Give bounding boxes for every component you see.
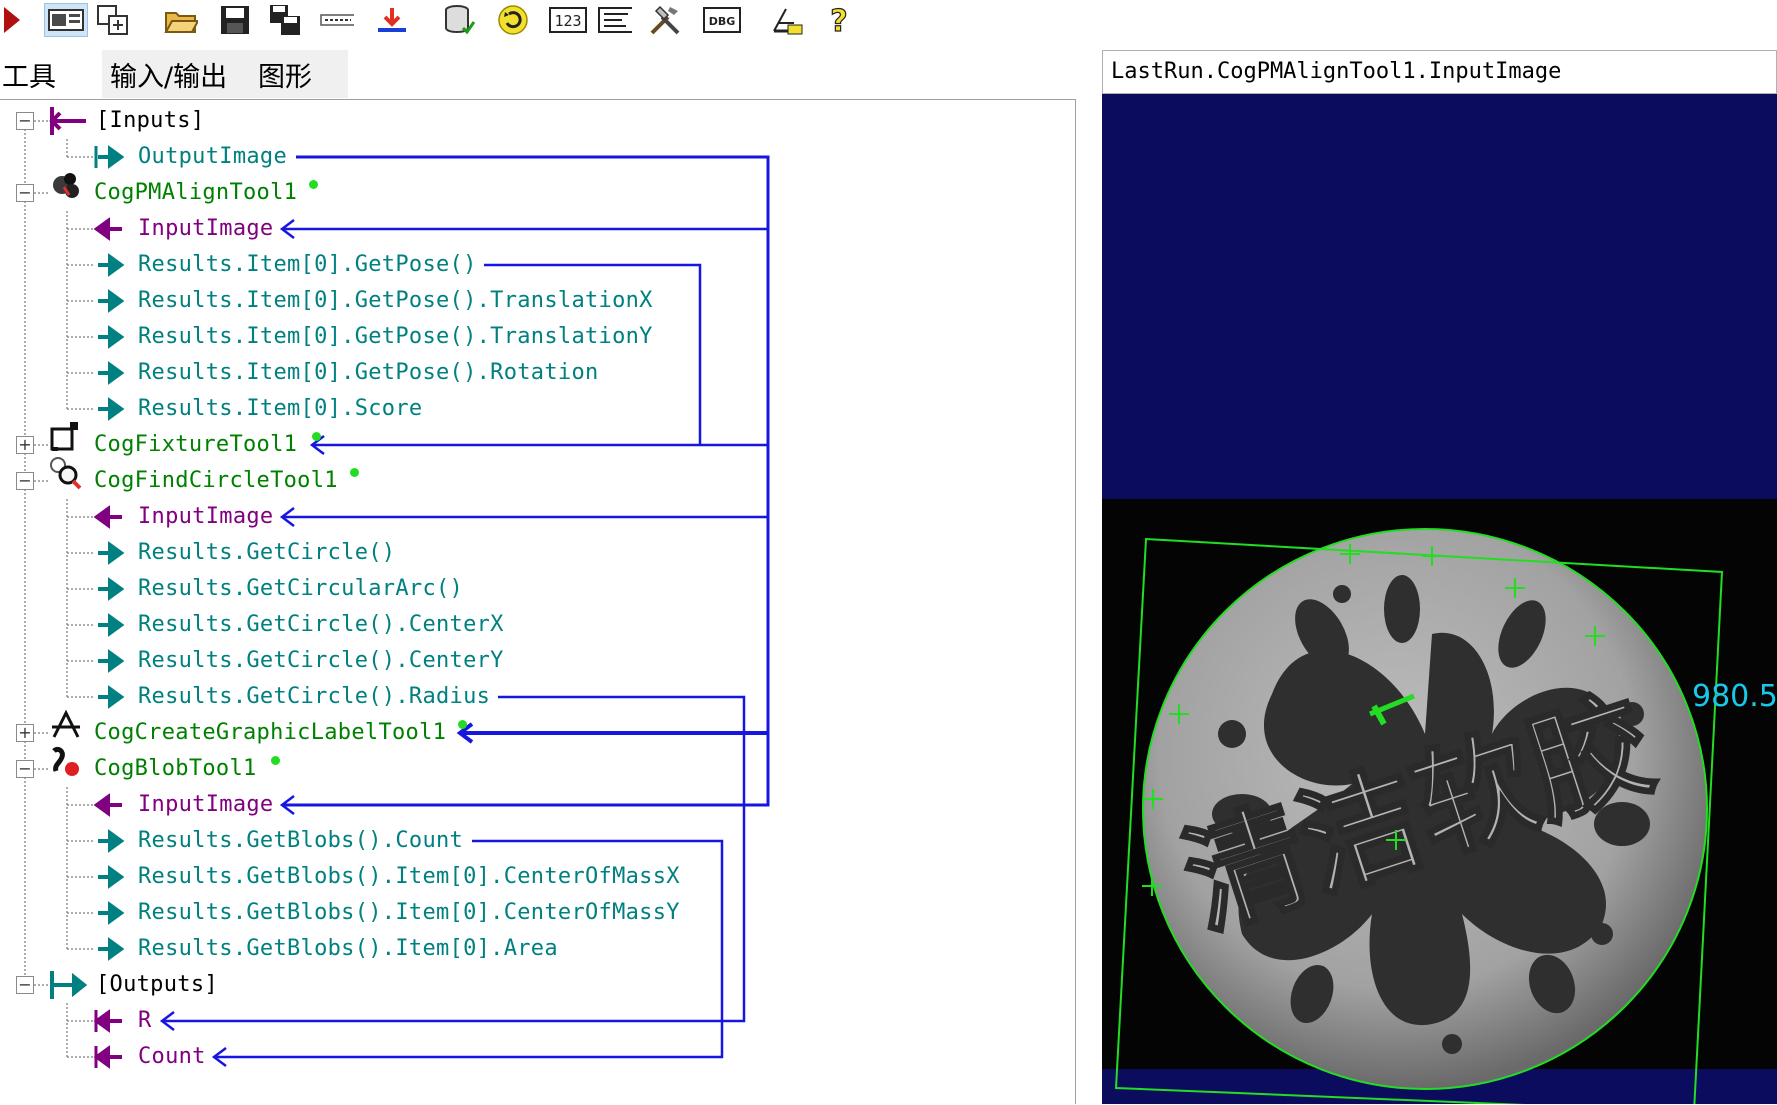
tab-strip: 工具 输入/输出 图形 (0, 50, 350, 98)
svg-text:DBG: DBG (709, 15, 736, 28)
outputs-node[interactable]: [Outputs] (96, 970, 218, 1000)
measurement-label: 980.5 (1692, 679, 1777, 714)
input-outputimage[interactable]: OutputImage (138, 142, 287, 172)
save-button[interactable] (218, 3, 252, 37)
svg-text:123: 123 (554, 12, 581, 30)
fixture-expand-toggle[interactable]: + (16, 436, 34, 454)
tools-icon (650, 5, 680, 35)
numeric-icon: 123 (549, 7, 587, 33)
output-count[interactable]: Count (138, 1042, 206, 1072)
toolbar: 123 DBG ? (0, 0, 1777, 44)
findcircle-result-arc[interactable]: Results.GetCircularArc() (138, 574, 463, 604)
tab-graphics[interactable]: 图形 (244, 50, 348, 98)
pmalign-tool-icon (53, 173, 79, 198)
open-button[interactable] (164, 3, 198, 37)
outputs-collapse-toggle[interactable]: − (16, 976, 34, 994)
help-icon: ? (830, 3, 849, 37)
findcircle-result-centery[interactable]: Results.GetCircle().CenterY (138, 646, 504, 676)
refresh-icon (498, 5, 528, 35)
save-icon (221, 6, 249, 34)
graphiclabel-status-dot (458, 720, 467, 729)
tool-tree-panel: − − + − + − − [Inputs] OutputImage CogPM… (0, 99, 1076, 1104)
terminal-icon (598, 7, 632, 33)
blob-status-dot (271, 756, 280, 765)
terminal-button[interactable] (598, 3, 632, 37)
pmalign-status-dot (309, 180, 318, 189)
refresh-button[interactable] (496, 3, 530, 37)
blob-inputimage[interactable]: InputImage (138, 790, 273, 820)
findcircle-result-centerx[interactable]: Results.GetCircle().CenterX (138, 610, 504, 640)
fixture-tool-node[interactable]: CogFixtureTool1 (94, 430, 297, 460)
save-as-icon (270, 5, 300, 35)
findcircle-status-dot (350, 468, 359, 477)
tools-button[interactable] (648, 3, 682, 37)
blob-tool-icon (52, 746, 79, 776)
pmalign-result-pose[interactable]: Results.Item[0].GetPose() (138, 250, 477, 280)
database-icon (445, 5, 475, 35)
graphiclabel-expand-toggle[interactable]: + (16, 724, 34, 742)
toggle-view-button[interactable] (44, 3, 88, 37)
link-button[interactable] (320, 3, 354, 37)
import-icon (378, 8, 406, 32)
image-viewer: LastRun.CogPMAlignTool1.InputImage 清洁软胶 … (1102, 50, 1777, 1104)
blob-result-count[interactable]: Results.GetBlobs().Count (138, 826, 463, 856)
run-icon (4, 7, 20, 33)
inspection-image: 清洁软胶 (1102, 499, 1777, 1104)
save-as-button[interactable] (268, 3, 302, 37)
blob-result-area[interactable]: Results.GetBlobs().Item[0].Area (138, 934, 558, 964)
findcircle-tool-node[interactable]: CogFindCircleTool1 (94, 466, 338, 496)
debug-icon: DBG (703, 7, 741, 33)
blob-result-centerofmassx[interactable]: Results.GetBlobs().Item[0].CenterOfMassX (138, 862, 680, 892)
findcircle-result-circle[interactable]: Results.GetCircle() (138, 538, 395, 568)
pmalign-collapse-toggle[interactable]: − (16, 184, 34, 202)
numeric-button[interactable]: 123 (548, 3, 588, 37)
measure-button[interactable] (770, 3, 804, 37)
blob-collapse-toggle[interactable]: − (16, 760, 34, 778)
measure-icon (773, 8, 803, 35)
fixture-tool-icon (50, 422, 78, 451)
graphiclabel-tool-icon (52, 709, 80, 738)
database-button[interactable] (442, 3, 476, 37)
pmalign-result-translationx[interactable]: Results.Item[0].GetPose().TranslationX (138, 286, 653, 316)
toggle-view-icon (48, 9, 84, 31)
tab-input-output[interactable]: 输入/输出 (102, 50, 244, 98)
findcircle-collapse-toggle[interactable]: − (16, 472, 34, 490)
debug-button[interactable]: DBG (702, 3, 742, 37)
open-folder-icon (164, 12, 198, 33)
pmalign-tool-node[interactable]: CogPMAlignTool1 (94, 178, 297, 208)
help-button[interactable]: ? (822, 3, 856, 37)
findcircle-inputimage[interactable]: InputImage (138, 502, 273, 532)
image-display[interactable]: 清洁软胶 980.5 (1102, 94, 1777, 1104)
run-button[interactable] (0, 3, 24, 37)
output-r[interactable]: R (138, 1006, 152, 1036)
svg-text:?: ? (830, 4, 847, 37)
pmalign-result-translationy[interactable]: Results.Item[0].GetPose().TranslationY (138, 322, 653, 352)
tool-options-icon (97, 5, 128, 35)
blob-tool-node[interactable]: CogBlobTool1 (94, 754, 257, 784)
pmalign-inputimage[interactable]: InputImage (138, 214, 273, 244)
inputs-collapse-toggle[interactable]: − (16, 112, 34, 130)
inputs-node[interactable]: [Inputs] (96, 106, 204, 136)
graphiclabel-tool-node[interactable]: CogCreateGraphicLabelTool1 (94, 718, 446, 748)
blob-result-centerofmassy[interactable]: Results.GetBlobs().Item[0].CenterOfMassY (138, 898, 680, 928)
viewer-title: LastRun.CogPMAlignTool1.InputImage (1102, 50, 1777, 94)
findcircle-result-radius[interactable]: Results.GetCircle().Radius (138, 682, 490, 712)
link-icon (320, 14, 354, 26)
pmalign-result-rotation[interactable]: Results.Item[0].GetPose().Rotation (138, 358, 599, 388)
pmalign-result-score[interactable]: Results.Item[0].Score (138, 394, 422, 424)
import-button[interactable] (374, 3, 408, 37)
fixture-status-dot (312, 432, 321, 441)
findcircle-tool-icon (50, 457, 82, 490)
tool-options-button[interactable] (96, 3, 130, 37)
tab-tools[interactable]: 工具 (2, 50, 100, 98)
